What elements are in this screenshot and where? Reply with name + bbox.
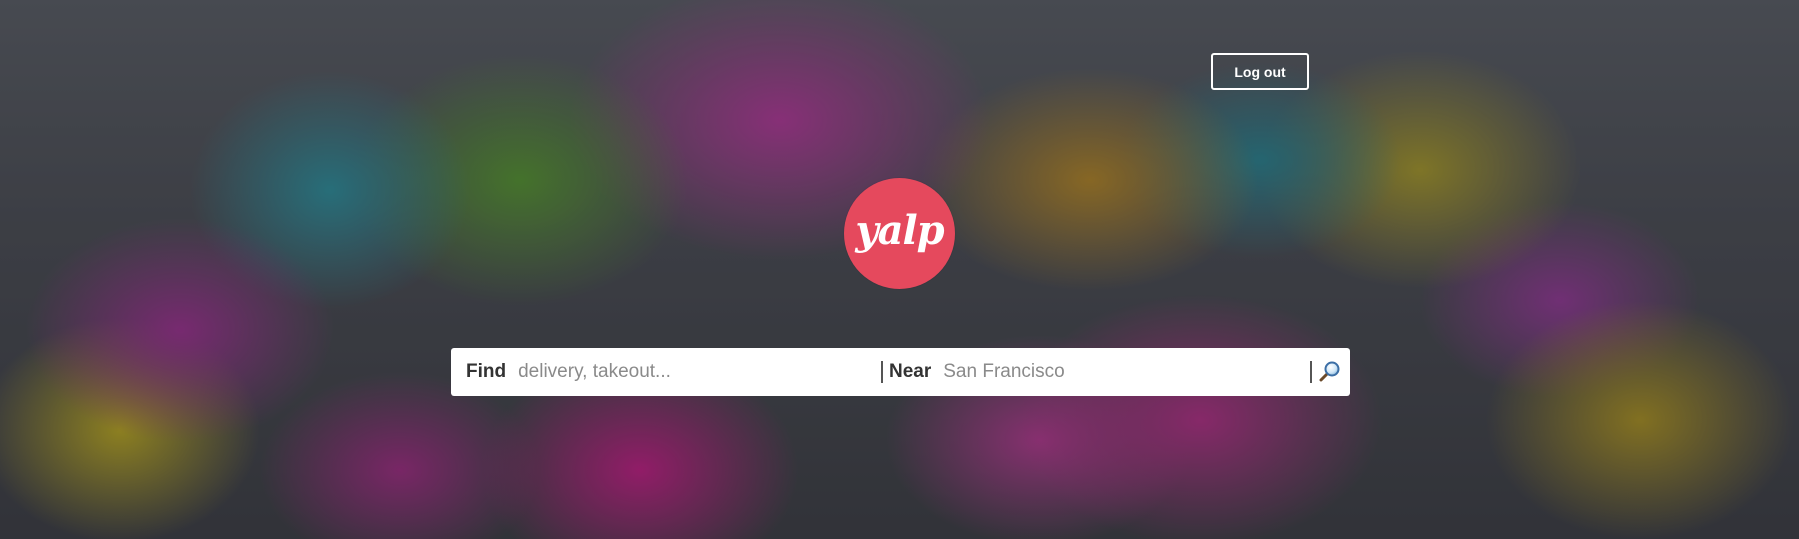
search-button-divider — [1310, 361, 1312, 383]
logout-button[interactable]: Log out — [1211, 53, 1309, 90]
logo-text: yalp — [855, 207, 944, 254]
hero-banner: Log out yalp Find Near — [0, 0, 1799, 539]
search-bar: Find Near — [451, 348, 1350, 396]
search-icon — [1319, 361, 1340, 382]
find-input[interactable] — [518, 348, 881, 396]
near-input[interactable] — [943, 348, 1306, 396]
find-near-divider — [881, 361, 883, 383]
near-label: Near — [889, 361, 932, 382]
near-field: Near — [887, 348, 1306, 396]
find-label: Find — [466, 361, 507, 382]
search-button[interactable] — [1314, 348, 1344, 396]
yalp-logo[interactable]: yalp — [844, 178, 955, 289]
find-field: Find — [451, 348, 881, 396]
